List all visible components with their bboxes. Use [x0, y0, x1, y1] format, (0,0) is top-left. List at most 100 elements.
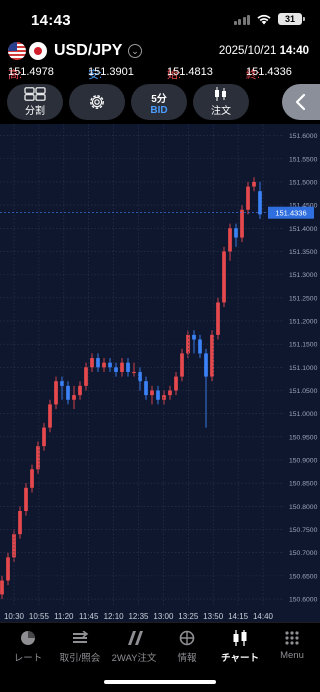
candle-up: [84, 367, 88, 386]
settings-button[interactable]: [69, 84, 125, 120]
candle-up: [42, 427, 46, 447]
x-tick-label: 14:15: [228, 612, 249, 621]
y-tick-label: 151.3000: [289, 272, 318, 279]
y-tick-label: 150.7000: [289, 550, 318, 557]
y-tick-label: 151.5500: [289, 156, 318, 163]
tab-trade-label: 取引/照会: [59, 653, 101, 664]
x-tick-label: 11:45: [79, 612, 99, 621]
order-label: 注文: [211, 106, 231, 117]
interval-label: 5分: [151, 93, 167, 105]
x-tick-label: 11:20: [54, 612, 74, 621]
candle-up: [48, 404, 52, 428]
y-tick-label: 151.5000: [289, 179, 318, 186]
x-tick-label: 12:35: [128, 612, 149, 621]
cellular-signal-icon: [233, 14, 250, 25]
candle-up: [30, 469, 34, 488]
x-tick-label: 10:30: [4, 612, 25, 621]
price-side-label: BID: [150, 104, 168, 116]
interval-button[interactable]: 5分 BID: [131, 84, 187, 120]
split-label: 分割: [25, 106, 45, 117]
candle-down: [126, 362, 130, 372]
y-tick-label: 151.1000: [289, 365, 318, 372]
split-button[interactable]: 分割: [7, 84, 63, 120]
candle-up: [24, 487, 28, 511]
y-tick-label: 151.2500: [289, 295, 318, 302]
menu-grid-icon: [283, 629, 301, 647]
candle-down: [108, 362, 112, 368]
candle-up: [54, 381, 58, 405]
candlestick-chart[interactable]: 151.6000 151.5500 151.5000 151.4500 151.4000…: [0, 124, 320, 622]
y-tick-label: 151.6000: [289, 133, 318, 140]
y-tick-label: 151.1500: [289, 342, 318, 349]
candle-up: [78, 385, 82, 396]
tab-menu[interactable]: Menu: [260, 629, 320, 661]
tab-rate-label: レート: [13, 653, 43, 664]
candle-up: [216, 302, 220, 335]
y-tick-label: 151.0500: [289, 388, 318, 395]
candle-down: [192, 334, 196, 340]
ohlc-row: 高: 151.4978 安: 151.3901 始: 151.4813 終: 151.4…: [8, 66, 292, 81]
candle-up: [132, 371, 136, 373]
status-time: 14:43: [31, 12, 71, 29]
candle-up: [36, 446, 40, 470]
y-tick-label: 150.6500: [289, 573, 318, 580]
trade-icon: [71, 629, 89, 647]
wifi-icon: [257, 14, 271, 25]
x-tick-label: 12:10: [104, 612, 125, 621]
candle-up: [240, 209, 244, 238]
candle-up: [72, 395, 76, 400]
y-tick-label: 150.9500: [289, 434, 318, 441]
last-price-label: 151.4336: [275, 209, 306, 218]
candle-up: [252, 181, 256, 187]
x-tick-label: 13:00: [153, 612, 174, 621]
candle-up: [90, 358, 94, 368]
candle-up: [6, 557, 10, 581]
candle-down: [114, 367, 118, 372]
chart-canvas[interactable]: 151.6000151.5500151.5000151.4500151.4000…: [0, 124, 320, 622]
chevron-left-icon: [295, 93, 306, 111]
y-tick-label: 150.7500: [289, 527, 318, 534]
candle-down: [66, 385, 70, 400]
battery-icon: 31: [278, 13, 305, 25]
info-globe-icon: [178, 629, 196, 647]
candle-down: [60, 381, 64, 386]
candle-down: [198, 339, 202, 354]
candle-time: 14:40: [279, 45, 309, 57]
chart-toolbar: 分割 5分 BID 注文: [0, 84, 320, 122]
candle-up: [102, 362, 106, 368]
candle-up: [246, 186, 250, 210]
candlestick-icon: [215, 87, 226, 101]
candle-down: [96, 358, 100, 368]
y-tick-label: 150.6000: [289, 597, 318, 604]
gear-icon: [90, 95, 104, 109]
candle-up: [18, 510, 22, 535]
candle-up: [168, 390, 172, 396]
collapse-panel-button[interactable]: [282, 84, 320, 120]
split-grid-icon: [24, 87, 46, 101]
candle-up: [162, 395, 166, 400]
x-tick-label: 14:40: [253, 612, 274, 621]
tab-info-label: 情報: [177, 653, 197, 664]
x-tick-label: 10:55: [29, 612, 50, 621]
candle-up: [180, 353, 184, 377]
candle-date: 2025/10/21: [218, 45, 277, 57]
bottom-tab-bar: レート 取引/照会 2WAY注文 情報 チャート Menu: [0, 622, 320, 692]
candle-up: [0, 580, 4, 595]
y-tick-label: 151.4000: [289, 226, 318, 233]
currency-pair-name[interactable]: USD/JPY: [54, 42, 122, 60]
chevron-down-icon[interactable]: ⌄: [128, 44, 142, 58]
home-indicator: [104, 680, 216, 684]
y-tick-label: 151.2000: [289, 318, 318, 325]
tab-2way-order-label: 2WAY注文: [111, 653, 157, 664]
candle-down: [234, 228, 238, 238]
us-flag-icon: [8, 42, 26, 60]
candle-down: [258, 191, 262, 215]
candle-down: [204, 353, 208, 377]
order-button[interactable]: 注文: [193, 84, 249, 120]
x-tick-label: 13:25: [178, 612, 199, 621]
candle-up: [150, 390, 154, 396]
candle-up: [120, 362, 124, 372]
y-tick-label: 151.3500: [289, 249, 318, 256]
tab-chart-label: チャート: [221, 653, 259, 664]
2way-order-icon: [125, 629, 143, 647]
